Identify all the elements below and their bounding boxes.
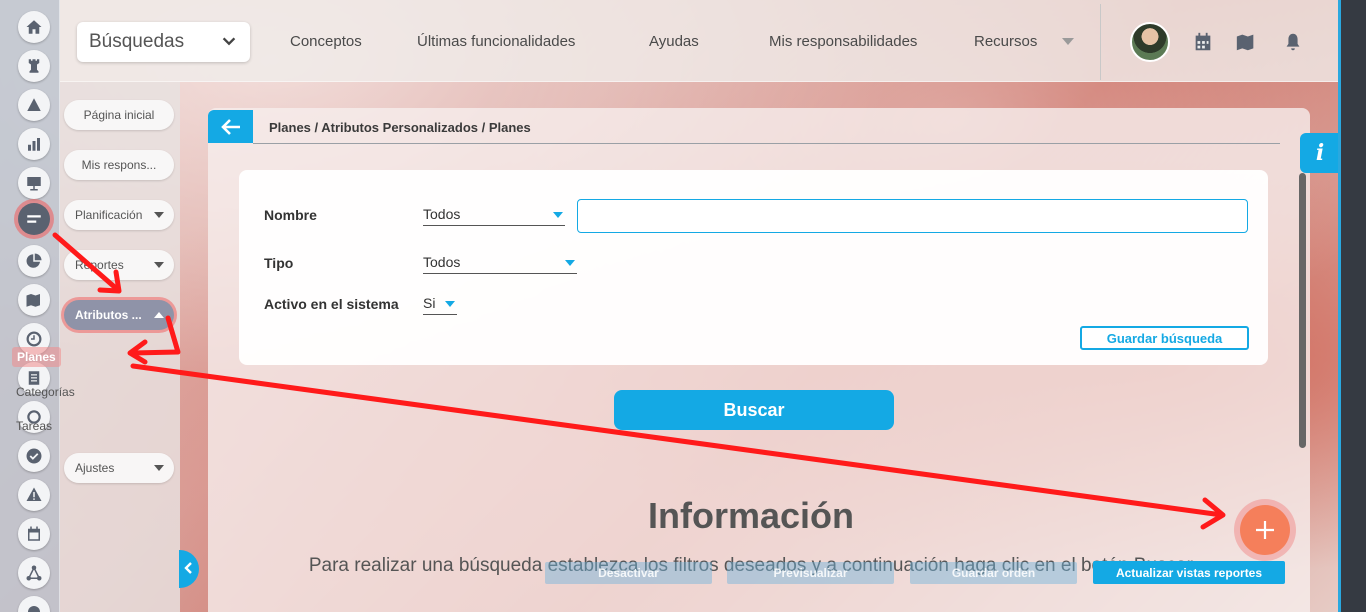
activo-value: Si: [423, 295, 436, 311]
nav-ajustes[interactable]: Ajustes: [64, 453, 174, 483]
folder-map-icon[interactable]: [1235, 31, 1257, 53]
nav-atributos[interactable]: Atributos ...: [64, 300, 174, 330]
chevron-down-icon: [222, 37, 236, 46]
nav-mis-responsabilidades[interactable]: Mis responsabilidades: [769, 33, 917, 50]
search-type-value: Búsquedas: [89, 31, 185, 52]
tipo-select[interactable]: Todos: [423, 254, 577, 274]
tipo-label: Tipo: [264, 255, 294, 271]
nav-planificacion-label: Planificación: [75, 208, 143, 222]
topbar-divider: [1100, 4, 1101, 80]
update-report-views-button[interactable]: Actualizar vistas reportes: [1093, 561, 1285, 584]
share-icon[interactable]: [18, 557, 50, 589]
breadcrumb: Planes / Atributos Personalizados / Plan…: [269, 120, 531, 135]
nav-conceptos[interactable]: Conceptos: [290, 33, 362, 50]
subnav-planes[interactable]: Planes: [12, 347, 61, 367]
nav-mis-responsabilidades-side[interactable]: Mis respons...: [64, 150, 174, 180]
caret-down-icon: [445, 301, 455, 307]
nombre-operator-value: Todos: [423, 206, 461, 222]
nav-atributos-label: Atributos ...: [75, 308, 142, 322]
home-icon[interactable]: [18, 11, 50, 43]
plus-icon: [1256, 521, 1274, 539]
window-frame: [1338, 0, 1366, 612]
info-icon[interactable]: i: [1300, 133, 1340, 173]
avatar[interactable]: [1130, 22, 1170, 62]
activo-label: Activo en el sistema: [264, 296, 399, 312]
nav-ultimas-funcionalidades[interactable]: Últimas funcionalidades: [417, 33, 575, 50]
pie-chart-icon[interactable]: [18, 245, 50, 277]
nav-ajustes-label: Ajustes: [75, 461, 115, 475]
check-icon[interactable]: [18, 440, 50, 472]
search-button[interactable]: Buscar: [614, 390, 894, 430]
chess-rook-icon[interactable]: [18, 50, 50, 82]
presentation-icon[interactable]: [18, 167, 50, 199]
save-search-button[interactable]: Guardar búsqueda: [1080, 326, 1249, 350]
tipo-value: Todos: [423, 254, 461, 270]
map-icon[interactable]: [18, 284, 50, 316]
recursos-caret-icon: [1062, 38, 1074, 45]
arrow-left-icon: [221, 119, 240, 135]
deactivate-button[interactable]: Desactivar: [545, 562, 712, 584]
scrollbar[interactable]: [1299, 173, 1306, 448]
warning-icon[interactable]: [18, 479, 50, 511]
nav-pagina-inicial-label: Página inicial: [83, 108, 155, 122]
nav-mis-respons-label: Mis respons...: [81, 158, 157, 172]
save-order-button[interactable]: Guardar orden: [910, 562, 1077, 584]
nav-pagina-inicial[interactable]: Página inicial: [64, 100, 174, 130]
bell-icon[interactable]: [1282, 31, 1304, 53]
bar-chart-icon[interactable]: [18, 128, 50, 160]
subnav-tareas[interactable]: Tareas: [16, 419, 52, 433]
search-type-select[interactable]: Búsquedas: [77, 22, 250, 62]
caret-down-icon: [154, 212, 164, 218]
nombre-text-input[interactable]: [577, 199, 1248, 233]
back-button[interactable]: [208, 110, 253, 143]
nav-planificacion[interactable]: Planificación: [64, 200, 174, 230]
top-bar: Búsquedas Conceptos Últimas funcionalida…: [60, 0, 1338, 82]
breadcrumb-divider: [253, 143, 1280, 144]
subnav-categorias[interactable]: Categorías: [16, 385, 75, 399]
pyramid-icon[interactable]: [18, 89, 50, 121]
calendar-icon[interactable]: [18, 518, 50, 550]
info-title: Información: [648, 495, 855, 536]
nav-reportes[interactable]: Reportes: [64, 250, 174, 280]
calendar-icon[interactable]: [1192, 31, 1214, 53]
window-frame-edge: [1338, 0, 1341, 612]
caret-down-icon: [154, 465, 164, 471]
caret-down-icon: [565, 260, 575, 266]
caret-up-icon: [154, 312, 164, 318]
caret-down-icon: [553, 212, 563, 218]
chevron-left-icon: [184, 562, 192, 574]
nombre-operator-select[interactable]: Todos: [423, 206, 565, 226]
nav-ayudas[interactable]: Ayudas: [649, 33, 699, 50]
activo-select[interactable]: Si: [423, 295, 457, 315]
nombre-label: Nombre: [264, 207, 317, 223]
preview-button[interactable]: Previsualizar: [727, 562, 894, 584]
add-button[interactable]: [1240, 505, 1290, 555]
nav-recursos[interactable]: Recursos: [974, 33, 1037, 50]
plans-icon[interactable]: [18, 203, 50, 235]
nav-reportes-label: Reportes: [75, 258, 124, 272]
caret-down-icon: [154, 262, 164, 268]
